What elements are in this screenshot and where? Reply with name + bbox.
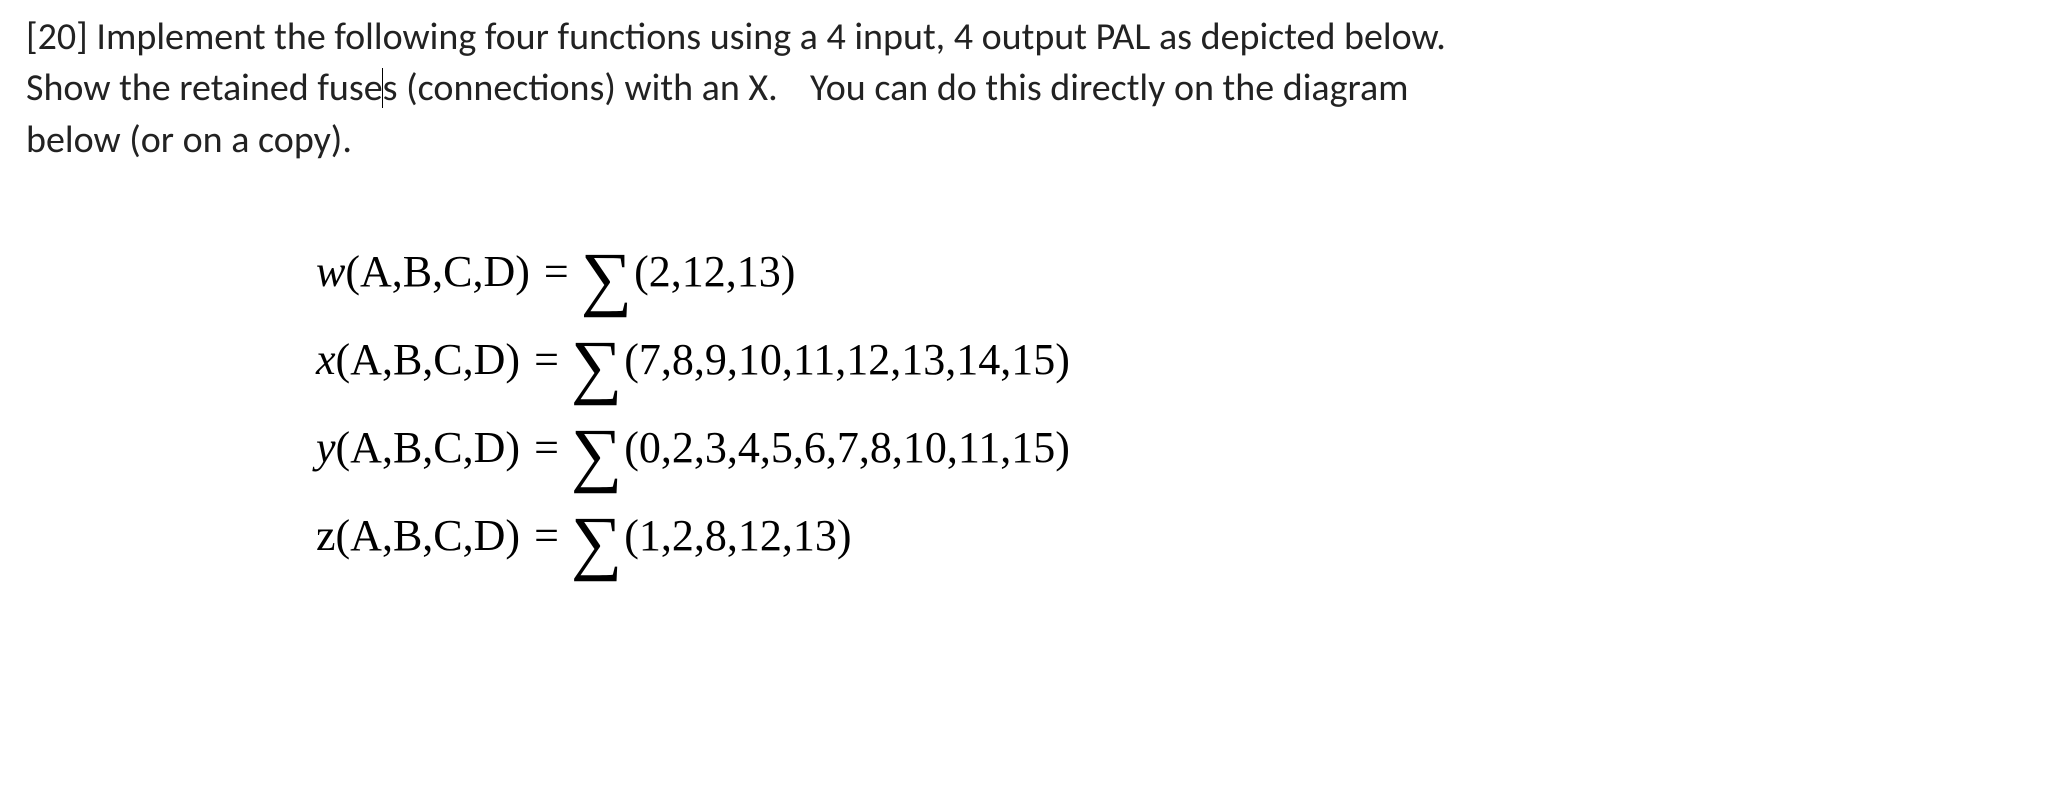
minterms-w: (2,12,13) (634, 242, 795, 301)
fn-name-y: y (316, 423, 336, 472)
instr-text-2b: s (connections) with an X. (383, 65, 778, 111)
fn-args-z: (A,B,C,D) (336, 511, 521, 560)
instr-text-2a: Show the retained fuse (26, 65, 383, 111)
fn-name-w: w (316, 247, 345, 296)
equation-z: z(A,B,C,D) = ∑ (1,2,8,12,13) (316, 494, 2020, 578)
instr-text-3: below (or on a copy). (26, 117, 352, 163)
fn-args-w: (A,B,C,D) (345, 247, 530, 296)
instructions-line-3: below (or on a copy). (26, 115, 2020, 166)
instructions-line-1: [20] Implement the following four functi… (26, 12, 2020, 63)
lhs-w: w(A,B,C,D) (316, 242, 530, 301)
minterms-y: (0,2,3,4,5,6,7,8,10,11,15) (624, 418, 1070, 477)
instr-text-2c: You can do this directly on the diagram (810, 65, 1408, 111)
equals-w: = (544, 242, 569, 301)
fn-name-z: z (316, 511, 336, 560)
minterms-z: (1,2,8,12,13) (624, 506, 851, 565)
fn-args-y: (A,B,C,D) (336, 423, 521, 472)
problem-page: [20] Implement the following four functi… (0, 0, 2046, 578)
fn-name-x: x (316, 335, 336, 384)
equals-y: = (534, 418, 559, 477)
instructions-line-2: Show the retained fuses (connections) wi… (26, 63, 2020, 114)
equation-w: w(A,B,C,D) = ∑ (2,12,13) (316, 230, 2020, 314)
equals-z: = (534, 506, 559, 565)
points-label: [20] (26, 14, 88, 60)
equals-x: = (534, 330, 559, 389)
instructions-block: [20] Implement the following four functi… (26, 12, 2020, 166)
equation-y: y(A,B,C,D) = ∑ (0,2,3,4,5,6,7,8,10,11,15… (316, 406, 2020, 490)
lhs-y: y(A,B,C,D) (316, 418, 520, 477)
fn-args-x: (A,B,C,D) (336, 335, 521, 384)
equations-block: w(A,B,C,D) = ∑ (2,12,13) x(A,B,C,D) = ∑ … (316, 230, 2020, 578)
equation-x: x(A,B,C,D) = ∑ (7,8,9,10,11,12,13,14,15) (316, 318, 2020, 402)
lhs-x: x(A,B,C,D) (316, 330, 520, 389)
instr-text-1: Implement the following four functions u… (88, 14, 1446, 60)
minterms-x: (7,8,9,10,11,12,13,14,15) (624, 330, 1070, 389)
lhs-z: z(A,B,C,D) (316, 506, 520, 565)
